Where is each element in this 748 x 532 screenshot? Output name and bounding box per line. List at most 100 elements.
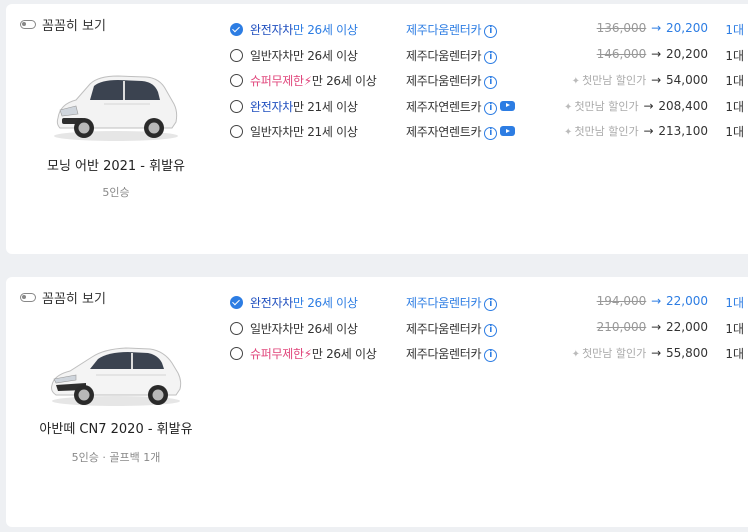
- car-card: 꼼꼼히 보기 모닝 어반 2021 - 휘발유 5인승 완전자차만 26세 이상…: [6, 4, 748, 254]
- rental-company-link[interactable]: 제주다움렌터카 i: [406, 320, 498, 337]
- price: 194,000 → 22,000: [597, 294, 708, 308]
- insurance-option-row[interactable]: 슈퍼무제한⚡만 26세 이상 제주다움렌터카 i ✦ 첫만남 할인가 → 54,00…: [228, 69, 748, 95]
- play-video-icon[interactable]: [500, 126, 516, 136]
- info-icon[interactable]: i: [484, 101, 498, 115]
- original-price: 136,000: [596, 21, 647, 35]
- detail-view-toggle[interactable]: 꼼꼼히 보기: [20, 288, 106, 307]
- car-count: 1대: [725, 296, 744, 310]
- arrow-right-icon: →: [651, 21, 662, 35]
- car-card: 꼼꼼히 보기 아반떼 CN7 2020 - 휘발유 5인승 · 골프백 1개 완…: [6, 277, 748, 527]
- radio-unchecked[interactable]: [230, 48, 243, 62]
- insurance-type: 완전자차: [250, 99, 293, 114]
- insurance-option-row[interactable]: 슈퍼무제한⚡만 26세 이상 제주다움렌터카 i ✦ 첫만남 할인가 → 55,80…: [228, 342, 748, 368]
- discount-label: 첫만남 할인가: [582, 74, 647, 87]
- info-icon[interactable]: i: [484, 349, 498, 362]
- detail-view-toggle[interactable]: 꼼꼼히 보기: [20, 15, 106, 34]
- rental-company-link[interactable]: 제주다움렌터카 i: [406, 345, 498, 362]
- info-icon[interactable]: i: [484, 76, 498, 89]
- final-price: 55,800: [666, 346, 708, 360]
- detail-view-label: 꼼꼼히 보기: [42, 292, 106, 307]
- lightning-icon: ⚡: [303, 347, 312, 361]
- car-spec: 5인승: [102, 186, 130, 199]
- company-name: 제주다움렌터카: [406, 23, 482, 37]
- discount-label: 첫만남 할인가: [574, 125, 639, 138]
- arrow-right-icon: →: [643, 124, 654, 138]
- play-video-icon[interactable]: [500, 100, 516, 111]
- car-count: 1대: [725, 347, 744, 361]
- insurance-type: 슈퍼무제한: [250, 74, 304, 88]
- radio-unchecked[interactable]: [230, 347, 243, 360]
- arrow-right-icon: →: [651, 346, 662, 360]
- radio-unchecked[interactable]: [230, 125, 243, 138]
- final-price: 22,000: [666, 294, 708, 308]
- arrow-right-icon: →: [651, 46, 662, 61]
- price: ✦ 첫만남 할인가 → 54,000: [572, 72, 708, 88]
- sparkle-icon: ✦: [564, 127, 573, 138]
- insurance-type: 일반자차: [250, 125, 293, 139]
- car-count: 1대: [725, 74, 744, 88]
- discount-label: 첫만남 할인가: [574, 99, 639, 113]
- info-icon[interactable]: i: [484, 50, 498, 64]
- insurance-option-row[interactable]: 완전자차만 26세 이상 제주다움렌터카 i 194,000 → 22,000 1…: [228, 291, 748, 317]
- info-icon[interactable]: i: [484, 127, 498, 140]
- price: ✦ 첫만남 할인가 → 213,100: [564, 123, 708, 139]
- insurance-option-row[interactable]: 일반자차만 26세 이상 제주다움렌터카 i 210,000 → 22,000 1…: [228, 317, 748, 343]
- rental-company-link[interactable]: 제주다움렌터카 i: [406, 72, 498, 89]
- info-icon[interactable]: i: [484, 323, 498, 337]
- company-name: 제주다움렌터카: [406, 347, 482, 361]
- insurance-type: 완전자차: [250, 296, 293, 310]
- final-price: 213,100: [658, 124, 708, 138]
- price: 136,000 → 20,200: [597, 21, 708, 35]
- company-name: 제주다움렌터카: [406, 296, 482, 310]
- rental-company-link[interactable]: 제주다움렌터카 i: [406, 47, 498, 64]
- info-icon[interactable]: i: [484, 298, 498, 311]
- sparkle-icon: ✦: [564, 101, 573, 113]
- age-requirement: 만 26세 이상: [311, 74, 377, 88]
- toggle-icon: [20, 20, 36, 29]
- insurance-type: 일반자차: [250, 48, 293, 63]
- radio-checked[interactable]: [230, 296, 243, 309]
- car-spec: 5인승 · 골프백 1개: [71, 451, 161, 464]
- radio-unchecked[interactable]: [230, 321, 243, 335]
- original-price: 210,000: [596, 319, 647, 334]
- age-requirement: 만 26세 이상: [292, 23, 358, 37]
- rental-company-link[interactable]: 제주다움렌터카 i: [406, 294, 498, 311]
- car-name: 모닝 어반 2021 - 휘발유: [46, 159, 186, 174]
- age-requirement: 만 21세 이상: [292, 99, 358, 114]
- company-name: 제주다움렌터카: [406, 74, 482, 88]
- final-price: 54,000: [666, 73, 708, 87]
- detail-view-label: 꼼꼼히 보기: [42, 19, 106, 34]
- final-price: 22,000: [666, 319, 708, 334]
- age-requirement: 만 26세 이상: [292, 48, 358, 63]
- company-name: 제주자연렌트카: [406, 125, 482, 139]
- insurance-option-row[interactable]: 일반자차만 26세 이상 제주다움렌터카 i 146,000 → 20,200 1…: [228, 44, 748, 70]
- discount-label: 첫만남 할인가: [582, 347, 647, 360]
- price: 146,000 → 20,200: [597, 47, 708, 61]
- price: ✦ 첫만남 할인가 → 208,400: [564, 98, 708, 114]
- age-requirement: 만 26세 이상: [292, 321, 358, 336]
- company-name: 제주자연렌트카: [406, 99, 482, 114]
- radio-unchecked[interactable]: [230, 99, 243, 113]
- rental-company-link[interactable]: 제주자연렌트카 i: [406, 123, 516, 140]
- radio-checked[interactable]: [230, 23, 243, 36]
- radio-unchecked[interactable]: [230, 74, 243, 87]
- car-count: 1대: [725, 321, 744, 336]
- car-image-morning: [54, 75, 178, 141]
- insurance-type: 일반자차: [250, 321, 293, 336]
- insurance-option-row[interactable]: 완전자차만 21세 이상 제주자연렌트카 i ✦ 첫만남 할인가 → 208,400…: [228, 95, 748, 121]
- insurance-type: 완전자차: [250, 23, 293, 37]
- arrow-right-icon: →: [651, 319, 662, 334]
- insurance-option-row[interactable]: 일반자차만 21세 이상 제주자연렌트카 i ✦ 첫만남 할인가 → 213,100…: [228, 120, 748, 146]
- price: 210,000 → 22,000: [597, 320, 708, 334]
- info-icon[interactable]: i: [484, 25, 498, 38]
- final-price: 20,200: [666, 21, 708, 35]
- rental-company-link[interactable]: 제주다움렌터카 i: [406, 21, 498, 38]
- original-price: 146,000: [596, 46, 647, 61]
- rental-company-link[interactable]: 제주자연렌트카 i: [406, 98, 516, 115]
- price: ✦ 첫만남 할인가 → 55,800: [572, 345, 708, 361]
- age-requirement: 만 26세 이상: [292, 296, 358, 310]
- company-name: 제주다움렌터카: [406, 321, 482, 336]
- insurance-option-row[interactable]: 완전자차만 26세 이상 제주다움렌터카 i 136,000 → 20,200 1…: [228, 18, 748, 44]
- company-name: 제주다움렌터카: [406, 48, 482, 63]
- car-count: 1대: [725, 99, 744, 114]
